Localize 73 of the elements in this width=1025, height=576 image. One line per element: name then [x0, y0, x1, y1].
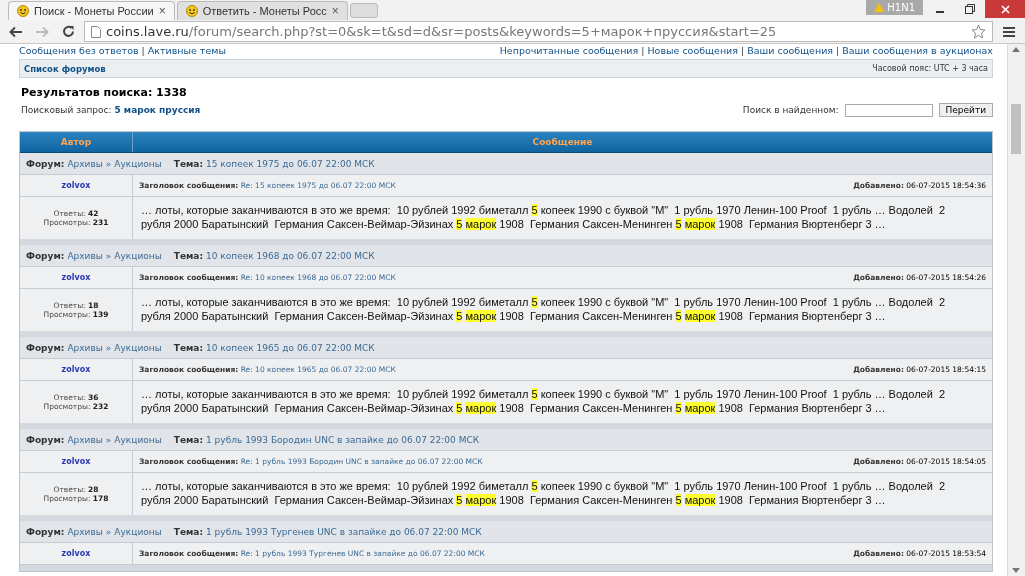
nav-link[interactable]: Ваши сообщения — [747, 45, 834, 56]
scroll-up-icon[interactable] — [1012, 47, 1020, 52]
separator: | — [641, 45, 645, 56]
smiley-icon — [185, 5, 198, 17]
topic-label: Тема: — [173, 526, 204, 537]
topic-label: Тема: — [173, 434, 204, 445]
browser-tab[interactable]: Поиск - Монеты России × — [8, 1, 175, 20]
forum-link[interactable]: Архивы — [67, 342, 103, 353]
topic-label: Тема: — [173, 342, 204, 353]
post-excerpt: … лоты, которые заканчиваются в это же время: 10 рублей 1992 биметалл 5 копеек 1990 с буквой "М" 1 рубль 1970 Ленин-100 Proof 1 рубль … Водолей 2 рубля 2000 Баратынский Германия Саксен-Веймар-Эйзинах 5 марок 1908 Германия Саксен-Менинген 5 марок 1908 Германия Вюртенберг 3 … — [140, 479, 947, 508]
close-tab-button[interactable]: × — [331, 4, 339, 18]
search-within-label: Поиск в найденном: — [742, 105, 839, 115]
forum-label: Форум: — [26, 342, 65, 353]
nav-link[interactable]: Новые сообщения — [647, 45, 738, 56]
author-link[interactable]: zolvox — [61, 457, 91, 466]
forum-link[interactable]: Аукционы — [114, 158, 162, 169]
breadcrumb-separator: » — [105, 526, 112, 537]
smiley-icon — [17, 5, 29, 17]
forum-label: Форум: — [26, 158, 65, 169]
forum-link[interactable]: Архивы — [67, 434, 103, 445]
forum-link[interactable]: Архивы — [67, 250, 103, 261]
nav-link[interactable]: Сообщения без ответов — [19, 45, 139, 56]
forum-label: Форум: — [26, 250, 65, 261]
results-count: Результатов поиска: 1338 — [21, 86, 188, 99]
warning-icon — [874, 3, 885, 12]
search-within-field[interactable] — [844, 103, 933, 117]
topic-link[interactable]: 10 копеек 1965 до 06.07 22:00 МСК — [206, 342, 375, 353]
timezone-text: Часовой пояс: UTC + 3 часа — [872, 64, 988, 73]
scroll-down-icon[interactable] — [1012, 568, 1020, 573]
separator: | — [741, 45, 745, 56]
author-link[interactable]: zolvox — [61, 273, 91, 282]
topic-link[interactable]: 10 копеек 1968 до 06.07 22:00 МСК — [206, 250, 375, 261]
nav-link[interactable]: Непрочитанные сообщения — [499, 45, 639, 56]
page-icon — [91, 25, 101, 38]
forum-label: Форум: — [26, 434, 65, 445]
forum-label: Форум: — [26, 526, 65, 537]
forum-link[interactable]: Аукционы — [114, 526, 162, 537]
forum-link[interactable]: Аукционы — [114, 434, 162, 445]
nav-link[interactable]: Активные темы — [147, 45, 226, 56]
forum-link[interactable]: Архивы — [67, 158, 103, 169]
star-icon[interactable] — [971, 24, 986, 39]
separator: | — [141, 45, 145, 56]
post-excerpt: … лоты, которые заканчиваются в это же время: 10 рублей 1992 биметалл 5 копеек 1990 с буквой "М" 1 рубль 1970 Ленин-100 Proof 1 рубль … Водолей 2 рубля 2000 Баратынский Германия Саксен-Веймар-Эйзинах 5 марок 1908 Германия Саксен-Менинген 5 марок 1908 Германия Вюртенберг 3 … — [140, 387, 947, 416]
forum-index-link[interactable]: Список форумов — [24, 63, 106, 74]
column-header: Сообщение — [531, 136, 594, 149]
separator: | — [836, 45, 840, 56]
topic-label: Тема: — [173, 250, 204, 261]
close-tab-button[interactable]: × — [158, 4, 166, 18]
topic-link[interactable]: 15 копеек 1975 до 06.07 22:00 МСК — [206, 158, 375, 169]
post-excerpt: … лоты, которые заканчиваются в это же время: 10 рублей 1992 биметалл 5 копеек 1990 с буквой "М" 1 рубль 1970 Ленин-100 Proof 1 рубль … Водолей 2 рубля 2000 Баратынский Германия Саксен-Веймар-Эйзинах 5 марок 1908 Германия Саксен-Менинген 5 марок 1908 Германия Вюртенберг 3 … — [140, 295, 947, 324]
scrollbar-thumb[interactable] — [1011, 104, 1021, 154]
close-icon[interactable] — [985, 0, 1025, 18]
forum-link[interactable]: Аукционы — [114, 250, 162, 261]
topic-link[interactable]: 1 рубль 1993 Бородин UNC в запайке до 06.07 22:00 МСК — [206, 434, 480, 445]
post-excerpt: … лоты, которые заканчиваются в это же время: 10 рублей 1992 биметалл 5 копеек 1990 с буквой "М" 1 рубль 1970 Ленин-100 Proof 1 рубль … Водолей 2 рубля 2000 Баратынский Германия Саксен-Веймар-Эйзинах 5 марок 1908 Германия Саксен-Менинген 5 марок 1908 Германия Вюртенберг 3 … — [140, 203, 947, 232]
forum-link[interactable]: Аукционы — [114, 342, 162, 353]
topic-label: Тема: — [173, 158, 204, 169]
author-link[interactable]: zolvox — [61, 365, 91, 374]
breadcrumb-separator: » — [105, 434, 112, 445]
forum-link[interactable]: Архивы — [67, 526, 103, 537]
go-button[interactable]: Перейти — [938, 103, 993, 117]
breadcrumb-separator: » — [105, 250, 112, 261]
column-header: Автор — [20, 132, 133, 152]
address-bar[interactable]: coins.lave.ru/forum/search.php?st=0&sk=t&sd=d&sr=posts&keywords=5+марок+пруссия&start=25 — [84, 21, 993, 42]
nav-link[interactable]: Ваши сообщения в аукционах — [842, 45, 993, 56]
browser-tab[interactable]: Ответить - Монеты Росс × — [176, 1, 348, 20]
scrollbar[interactable] — [1007, 44, 1025, 576]
author-link[interactable]: zolvox — [61, 181, 91, 190]
author-link[interactable]: zolvox — [61, 549, 91, 558]
breadcrumb-separator: » — [105, 158, 112, 169]
topic-link[interactable]: 1 рубль 1993 Тургенев UNC в запайке до 06.07 22:00 МСК — [206, 526, 482, 537]
search-query: Поисковый запрос: 5 марок пруссия — [21, 105, 201, 115]
breadcrumb-separator: » — [105, 342, 112, 353]
